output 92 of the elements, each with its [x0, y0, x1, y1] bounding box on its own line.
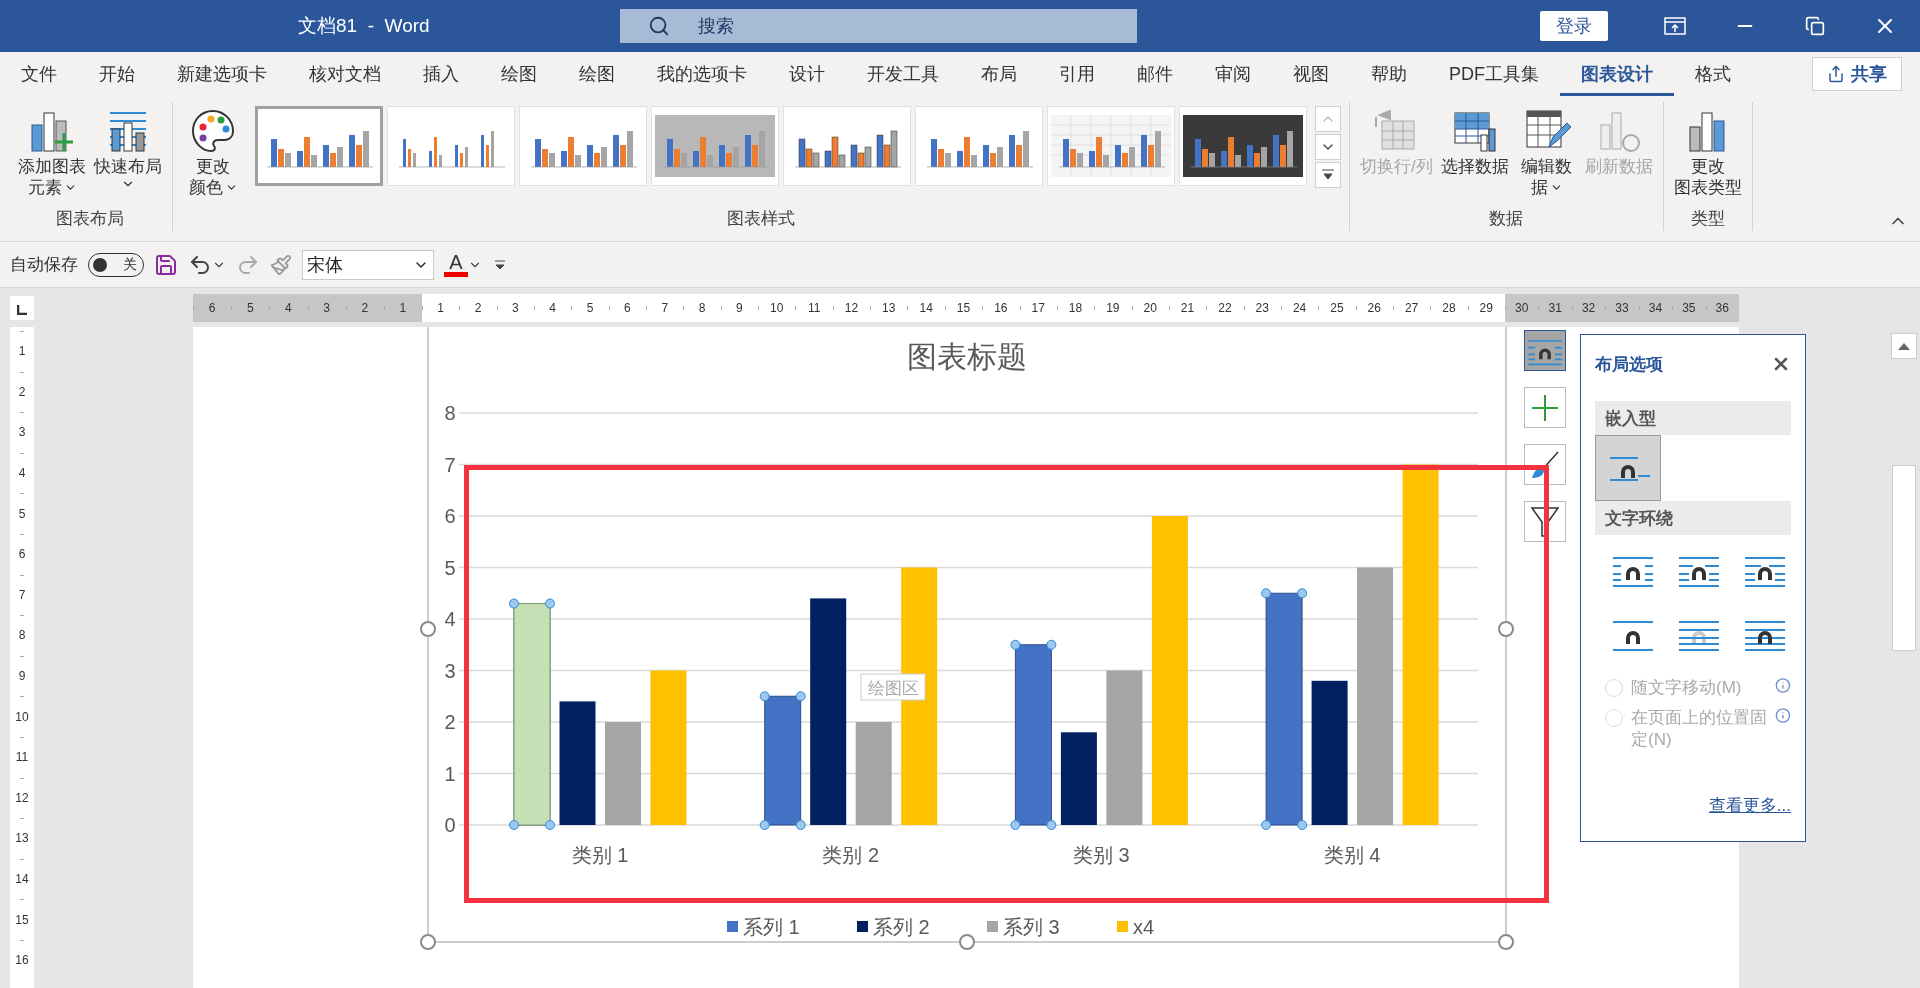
ribbon-tab[interactable]: 开始 [78, 52, 156, 96]
ribbon-tab[interactable]: 审阅 [1194, 52, 1272, 96]
radio-label: 在页面上的位置固定(N) [1631, 707, 1768, 751]
ribbon-button[interactable]: 更改 颜色 [181, 102, 245, 207]
ribbon-tab[interactable]: 布局 [960, 52, 1038, 96]
ribbon-tab[interactable]: 邮件 [1116, 52, 1194, 96]
wrap-option[interactable] [1595, 435, 1661, 501]
axis-tick-label: 1 [444, 762, 456, 785]
section-header: 嵌入型 [1595, 401, 1791, 435]
brush-icon [1530, 449, 1560, 480]
axis-tick-label: 7 [444, 453, 456, 476]
section-header: 文字环绕 [1595, 501, 1791, 535]
tooltip: 绘图区 [860, 673, 926, 701]
group-label: 图表样式 [726, 208, 796, 230]
axis-tick-label: 8 [444, 402, 456, 424]
palette-icon [189, 107, 237, 155]
share-icon [1827, 65, 1845, 83]
filter-icon [1530, 505, 1560, 538]
chart-side-button[interactable] [1524, 387, 1566, 428]
chart-title: 图表标题 [907, 340, 1027, 373]
axis-tick-label: 6 [444, 505, 456, 527]
legend-label: 系列 3 [1003, 916, 1060, 938]
axis-tick-label: 0 [444, 814, 456, 836]
ribbon-tab[interactable]: 开发工具 [846, 52, 960, 96]
window-title: 文档81 - Word [298, 14, 430, 38]
see-more-link[interactable]: 查看更多... [1708, 794, 1791, 817]
axis-tick-label: 4 [444, 608, 456, 630]
ribbon-button[interactable]: 编辑数 据 [1514, 102, 1579, 207]
legend-marker [1117, 921, 1128, 932]
group-label: 数据 [1488, 208, 1525, 230]
ribbon-button[interactable]: 添加图表 元素 [16, 102, 88, 207]
save-icon[interactable] [154, 252, 178, 277]
ribbon-tab[interactable]: 文件 [0, 52, 78, 96]
ribbon-tab[interactable]: 格式 [1674, 52, 1752, 96]
scroll-thumb[interactable] [1892, 465, 1916, 651]
legend-label: 系列 1 [743, 916, 800, 938]
legend-marker [857, 921, 868, 932]
resize-handle[interactable] [420, 621, 436, 637]
ribbon-tab[interactable]: 绘图 [480, 52, 558, 96]
restore-icon[interactable] [1805, 16, 1825, 36]
legend-label: x4 [1133, 916, 1155, 938]
ribbon-button[interactable]: 选择数据 [1438, 102, 1511, 207]
ribbon-tab[interactable]: 图表设计 [1560, 52, 1674, 96]
ribbon-tab[interactable]: 绘图 [558, 52, 636, 96]
category-label: 类别 3 [1073, 844, 1130, 866]
ribbon-button[interactable]: 更改 图表类型 [1671, 102, 1744, 207]
gallery-more-button[interactable] [1315, 162, 1341, 188]
resize-handle[interactable] [420, 934, 436, 950]
ribbon-tab[interactable]: 新建选项卡 [156, 52, 288, 96]
scroll-up-button[interactable] [1891, 333, 1917, 359]
sign-in-button[interactable]: 登录 [1540, 11, 1608, 41]
category-label: 类别 4 [1323, 844, 1381, 866]
axis-tick-label: 3 [444, 659, 456, 682]
ribbon-tab[interactable]: 设计 [768, 52, 846, 96]
category-label: 类别 1 [571, 844, 629, 866]
group-label: 图表布局 [55, 208, 125, 230]
axis-tick-label: 2 [444, 711, 456, 733]
expand-icon [1321, 168, 1335, 182]
up-arrow-icon [1898, 342, 1910, 350]
ribbon-button[interactable]: 快速布局 [92, 102, 164, 207]
panel-title: 布局选项 [1595, 353, 1663, 376]
ribbon-tab[interactable]: 引用 [1038, 52, 1116, 96]
category-label: 类别 2 [822, 844, 880, 866]
search-icon [647, 15, 670, 37]
search-field[interactable]: 搜索 [619, 9, 1137, 43]
chart-side-button[interactable] [1524, 330, 1566, 371]
ribbon-tab[interactable]: 核对文档 [288, 52, 402, 96]
plus-icon [1530, 392, 1560, 423]
resize-handle[interactable] [1498, 621, 1514, 637]
tab-stop-icon [17, 304, 27, 315]
axis-tick-label: 5 [444, 556, 456, 579]
autosave-label: 自动保存 [10, 254, 78, 276]
share-button[interactable]: 共享 [1812, 57, 1902, 91]
legend-marker [987, 921, 998, 932]
font-color-button[interactable]: A [444, 252, 468, 277]
resize-handle[interactable] [959, 934, 975, 950]
font-select[interactable]: 宋体 [302, 249, 434, 280]
ribbon-tab[interactable]: 帮助 [1350, 52, 1428, 96]
ribbon-tab[interactable]: 插入 [402, 52, 480, 96]
info-icon[interactable] [1775, 677, 1791, 694]
radio-label: 随文字移动(M) [1631, 677, 1743, 699]
resize-handle[interactable] [1498, 934, 1514, 950]
legend-label: 系列 2 [873, 916, 930, 938]
ribbon-display-icon[interactable] [1664, 16, 1686, 36]
format-painter-icon[interactable] [270, 253, 292, 276]
ribbon-tab[interactable]: PDF工具集 [1428, 52, 1560, 96]
ribbon-tab[interactable]: 我的选项卡 [636, 52, 768, 96]
ribbon-tab[interactable]: 视图 [1272, 52, 1350, 96]
legend-marker [727, 921, 738, 932]
info-icon[interactable] [1775, 707, 1791, 724]
group-label: 类型 [1689, 208, 1726, 230]
tab-stop-selector[interactable] [10, 295, 34, 320]
